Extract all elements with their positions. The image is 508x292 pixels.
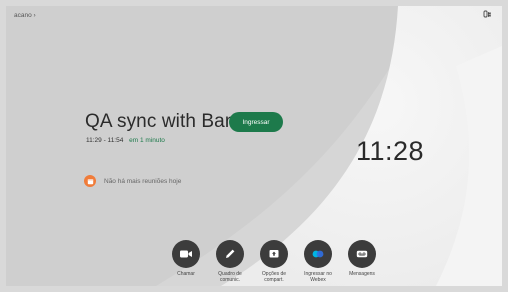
call-action[interactable]: Chamar	[166, 240, 206, 277]
headset-icon[interactable]	[482, 10, 492, 20]
device-name[interactable]: acano ›	[14, 12, 36, 19]
join-button[interactable]: Ingressar	[229, 112, 283, 132]
no-meetings-notice: Não há mais reuniões hoje	[84, 175, 181, 187]
pencil-icon[interactable]	[216, 240, 244, 268]
meeting-time: 11:29 - 11:54 em 1 minuto	[86, 137, 165, 144]
meeting-time-range: 11:29 - 11:54	[86, 137, 124, 144]
action-dock: Chamar Quadro de comunic. Opções de comp…	[166, 240, 386, 286]
home-screen: acano › QA sync with Ban… 11:29 - 11:54 …	[6, 6, 502, 286]
meeting-relative-time: em 1 minuto	[129, 137, 165, 144]
calendar-icon	[84, 175, 96, 187]
device-name-label: acano	[14, 12, 32, 19]
dock-label: Chamar	[177, 271, 195, 277]
video-camera-icon[interactable]	[172, 240, 200, 268]
dock-label: Quadro de comunic.	[218, 271, 242, 283]
webex-icon[interactable]	[304, 240, 332, 268]
share-screen-icon[interactable]	[260, 240, 288, 268]
dock-label: Mensagens	[349, 271, 375, 277]
no-meetings-text: Não há mais reuniões hoje	[104, 177, 182, 185]
webex-join-action[interactable]: Ingressar no Webex	[298, 240, 338, 283]
dock-label: Ingressar no Webex	[304, 271, 332, 283]
whiteboard-action[interactable]: Quadro de comunic.	[210, 240, 250, 283]
dock-label: Opções de compart.	[261, 271, 287, 283]
clock: 11:28	[356, 136, 425, 166]
messages-action[interactable]: Mensagens	[342, 240, 382, 277]
chevron-right-icon: ›	[33, 12, 36, 19]
share-action[interactable]: Opções de compart.	[254, 240, 294, 283]
voicemail-icon[interactable]	[348, 240, 376, 268]
